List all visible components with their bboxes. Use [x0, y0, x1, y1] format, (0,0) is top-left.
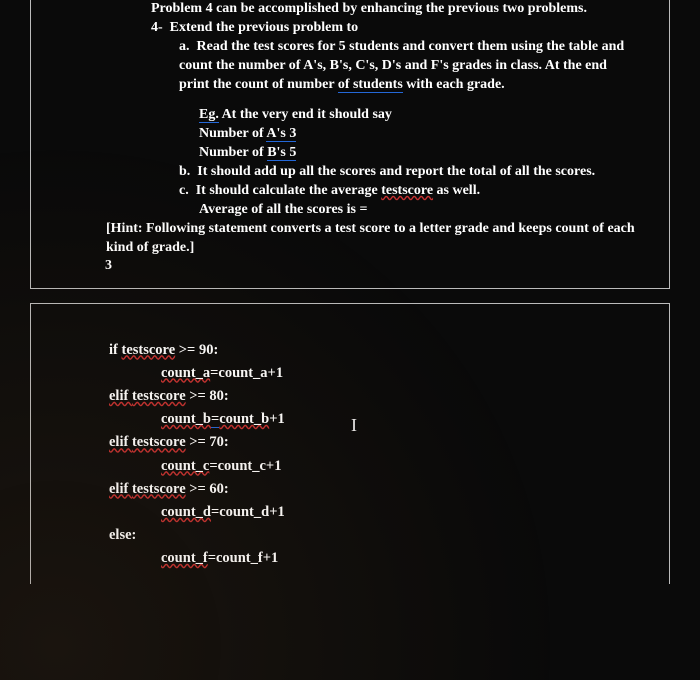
code-box: I if testscore >= 90: count_a=count_a+1 …	[30, 303, 670, 585]
code-line-10: count_f=count_f+1	[109, 547, 649, 570]
item-b-label: b.	[179, 164, 190, 179]
num-a-ul: A's 3	[266, 126, 296, 142]
item-b-text: It should add up all the scores and repo…	[197, 164, 595, 179]
code-block: I if testscore >= 90: count_a=count_a+1 …	[51, 339, 649, 571]
item-a-underline: of students	[338, 77, 403, 93]
problem-number: 4-	[151, 20, 163, 35]
num-b-ul: B's 5	[267, 145, 296, 161]
num-a-pre: Number of	[199, 126, 266, 141]
code-line-6: count_c=count_c+1	[109, 455, 649, 478]
code-line-3: elif testscore >= 80:	[109, 385, 649, 408]
code-line-9: else:	[109, 524, 649, 547]
num-b-pre: Number of	[199, 145, 267, 160]
eg-label: Eg.	[199, 107, 219, 123]
code-line-8: count_d=count_d+1	[109, 501, 649, 524]
problem-text: Problem 4 can be accomplished by enhanci…	[51, 0, 649, 220]
problem-title: Extend the previous problem to	[170, 20, 359, 35]
eg-text: At the very end it should say	[219, 107, 392, 122]
item-c-text1: It should calculate the average	[196, 183, 381, 198]
code-line-5: elif testscore >= 70:	[109, 431, 649, 454]
code-line-2: count_a=count_a+1	[109, 362, 649, 385]
item-c-text2: as well.	[433, 183, 480, 198]
item-c-label: c.	[179, 183, 189, 198]
code-line-1: if testscore >= 90:	[109, 339, 649, 362]
page-number: 3	[105, 258, 112, 274]
problem-intro: Problem 4 can be accomplished by enhanci…	[151, 1, 587, 16]
avg-line: Average of all the scores is =	[199, 202, 367, 217]
item-c-underline: testscore	[381, 183, 433, 198]
item-a-text2: with each grade.	[403, 77, 505, 92]
problem-box-top: Problem 4 can be accomplished by enhanci…	[30, 0, 670, 289]
code-line-7: elif testscore >= 60:	[109, 478, 649, 501]
code-line-4: count_b=count_b+1	[109, 408, 649, 431]
hint-text: [Hint: Following statement converts a te…	[51, 220, 649, 258]
text-cursor: I	[351, 411, 357, 440]
item-a-label: a.	[179, 39, 190, 54]
